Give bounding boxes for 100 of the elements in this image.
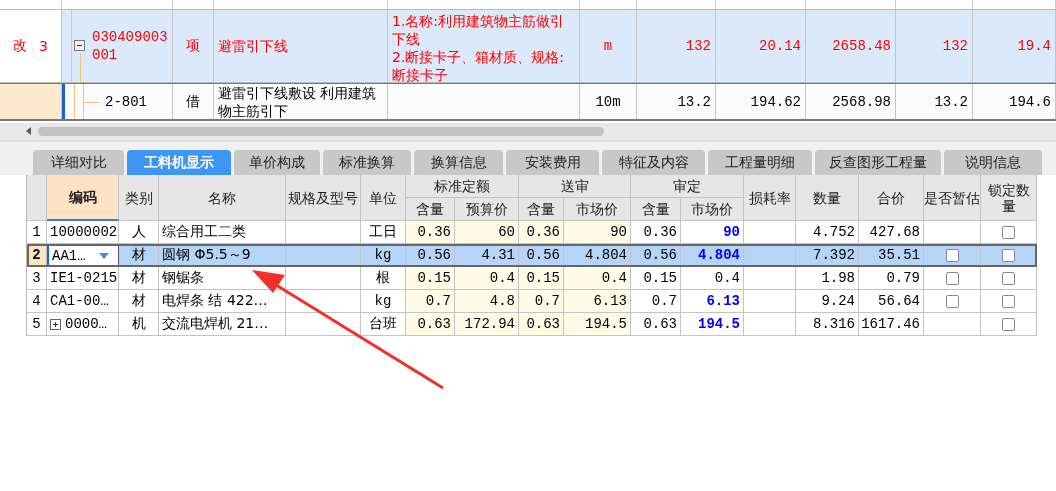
tab[interactable]: 说明信息 <box>944 150 1042 175</box>
value-cell: 0.63 <box>526 316 560 332</box>
quantity-cell: 4.752 <box>813 224 855 240</box>
value-cell: 194.62 <box>750 93 801 110</box>
name-cell: 电焊条 结 422… <box>162 292 268 310</box>
dropdown-caret-icon[interactable] <box>99 252 109 259</box>
column-header[interactable]: 含量 <box>631 198 681 221</box>
column-header[interactable]: 名称 <box>159 175 286 221</box>
total-cell: 427.68 <box>869 224 920 240</box>
features-cell-text: 1.名称:利用建筑物主筋做引下线 2.断接卡子、箱材质、规格:断接卡子 <box>392 12 566 82</box>
value-cell: 2658.48 <box>832 38 891 54</box>
column-header[interactable]: 数量 <box>796 175 859 221</box>
checkbox[interactable] <box>1002 294 1015 308</box>
column-group-header: 标准定额 <box>406 175 519 198</box>
value-cell: 0.15 <box>526 270 560 286</box>
value-cell: 0.4 <box>714 270 740 286</box>
tab[interactable]: 标准换算 <box>323 150 411 175</box>
scroll-left-icon[interactable] <box>26 127 31 135</box>
checkbox[interactable] <box>1002 225 1015 239</box>
total-cell: 56.64 <box>878 293 920 309</box>
type-cell: 机 <box>131 315 146 333</box>
column-header[interactable]: 单位 <box>361 175 406 221</box>
tab[interactable]: 单价构成 <box>234 150 320 175</box>
value-cell: 0.7 <box>651 293 677 309</box>
column-header[interactable]: 规格及型号 <box>286 175 361 221</box>
value-cell: 0.56 <box>417 247 451 263</box>
row-number: 2 <box>32 247 41 263</box>
unit-cell: 根 <box>376 269 390 287</box>
value-cell: 0.36 <box>417 224 451 240</box>
name-cell: 交流电焊机 21… <box>162 315 269 333</box>
value-cell: 6.13 <box>593 293 627 309</box>
code-cell: 2-801 <box>105 92 147 111</box>
tab[interactable]: 换算信息 <box>414 150 503 175</box>
value-cell: 0.7 <box>534 293 560 309</box>
unit-cell: kg <box>374 293 392 309</box>
value-cell: 4.804 <box>698 247 740 263</box>
value-cell: 0.4 <box>601 270 627 286</box>
value-cell: 13.2 <box>934 93 968 110</box>
code-cell: 030409003001 <box>92 28 168 64</box>
tab[interactable]: 详细对比 <box>33 150 124 175</box>
code-cell: 10000002 <box>50 224 118 240</box>
value-cell: 20.14 <box>759 38 801 54</box>
column-group-header: 审定 <box>631 175 744 198</box>
status-label: 改 <box>13 37 28 55</box>
table-row[interactable]: 改 3 030409003001 项 避雷引下线 1.名称:利用建筑物主筋做引下线 2.断接卡子、箱材质、规格:断接卡子 m 132 20.14 2658.48 132 19.4 <box>0 10 1056 83</box>
column-header[interactable]: 损耗率 <box>744 175 796 221</box>
table-row[interactable]: 2 AA1… 材 圆钢 Φ5.5～9 kg 0.56 4.31 0.56 4.804 0.56 4.804 7.392 35.51 <box>27 244 1037 267</box>
code-cell: AA1… <box>52 247 86 264</box>
value-cell: 2568.98 <box>832 93 891 110</box>
value-cell: 172.94 <box>464 316 515 332</box>
tab[interactable]: 工程量明细 <box>708 150 812 175</box>
tab[interactable]: 安装费用 <box>506 150 599 175</box>
table-row[interactable]: 4 CA1-00… 材 电焊条 结 422… kg 0.7 4.8 0.7 6.13 0.7 6.13 9.24 56.64 <box>27 290 1037 313</box>
code-cell: CA1-00… <box>50 293 109 309</box>
current-table-row[interactable]: 2-801 借 避雷引下线敷设 利用建筑物主筋引下 10m 13.2 194.62 2568.98 13.2 194.6 <box>0 83 1056 121</box>
checkbox[interactable] <box>945 248 959 262</box>
checkbox[interactable] <box>1002 317 1015 331</box>
name-cell-text: 避雷引下线敷设 利用建筑物主筋引下 <box>218 84 378 119</box>
value-cell: 0.7 <box>425 293 451 309</box>
checkbox[interactable] <box>1002 248 1015 262</box>
quantity-cell: 9.24 <box>821 293 855 309</box>
value-cell: 0.63 <box>417 316 451 332</box>
value-cell: 4.804 <box>585 247 627 263</box>
name-cell: 综合用工二类 <box>162 223 246 241</box>
tab[interactable]: 反查图形工程量 <box>815 150 941 175</box>
checkbox[interactable] <box>945 294 959 308</box>
table-row[interactable]: 5 0000… 机 交流电焊机 21… 台班 0.63 172.94 0.63 194.5 0.63 194.5 8.316 1617.46 <box>27 313 1037 336</box>
code-cell: 0000… <box>65 316 107 332</box>
column-group-header: 送审 <box>519 175 631 198</box>
checkbox[interactable] <box>1002 271 1015 285</box>
checkbox[interactable] <box>945 271 959 285</box>
table-row[interactable]: 3 IE1-0215 材 钢锯条 根 0.15 0.4 0.15 0.4 0.15 0.4 1.98 0.79 <box>27 267 1037 290</box>
column-header[interactable]: 市场价 <box>681 198 744 221</box>
type-cell: 项 <box>186 37 200 55</box>
row-number: 5 <box>32 316 41 332</box>
value-cell: 132 <box>685 38 711 54</box>
column-header[interactable]: 是否暂估 <box>924 175 981 221</box>
value-cell: 0.63 <box>643 316 677 332</box>
column-header[interactable]: 类别 <box>119 175 159 221</box>
value-cell: 90 <box>723 224 740 240</box>
value-cell: 0.56 <box>643 247 677 263</box>
expand-icon[interactable] <box>50 318 61 330</box>
value-cell: 0.15 <box>417 270 451 286</box>
value-cell: 0.15 <box>643 270 677 286</box>
collapse-icon[interactable] <box>74 40 85 51</box>
column-header[interactable]: 编码 <box>47 175 119 221</box>
type-cell: 材 <box>131 292 146 310</box>
type-cell: 材 <box>131 269 146 287</box>
column-header[interactable]: 锁定数量 <box>981 175 1037 221</box>
value-cell: 4.8 <box>489 293 515 309</box>
value-cell: 19.4 <box>1017 38 1051 54</box>
value-cell: 0.56 <box>526 247 560 263</box>
code-cell: IE1-0215 <box>50 270 118 286</box>
column-header[interactable]: 合价 <box>859 175 924 221</box>
value-cell: 0.36 <box>526 224 560 240</box>
value-cell: 60 <box>498 224 515 240</box>
total-cell: 1617.46 <box>861 316 920 332</box>
total-cell: 0.79 <box>886 270 920 286</box>
tab[interactable]: 特征及内容 <box>602 150 705 175</box>
scrollbar-thumb[interactable] <box>38 127 604 136</box>
